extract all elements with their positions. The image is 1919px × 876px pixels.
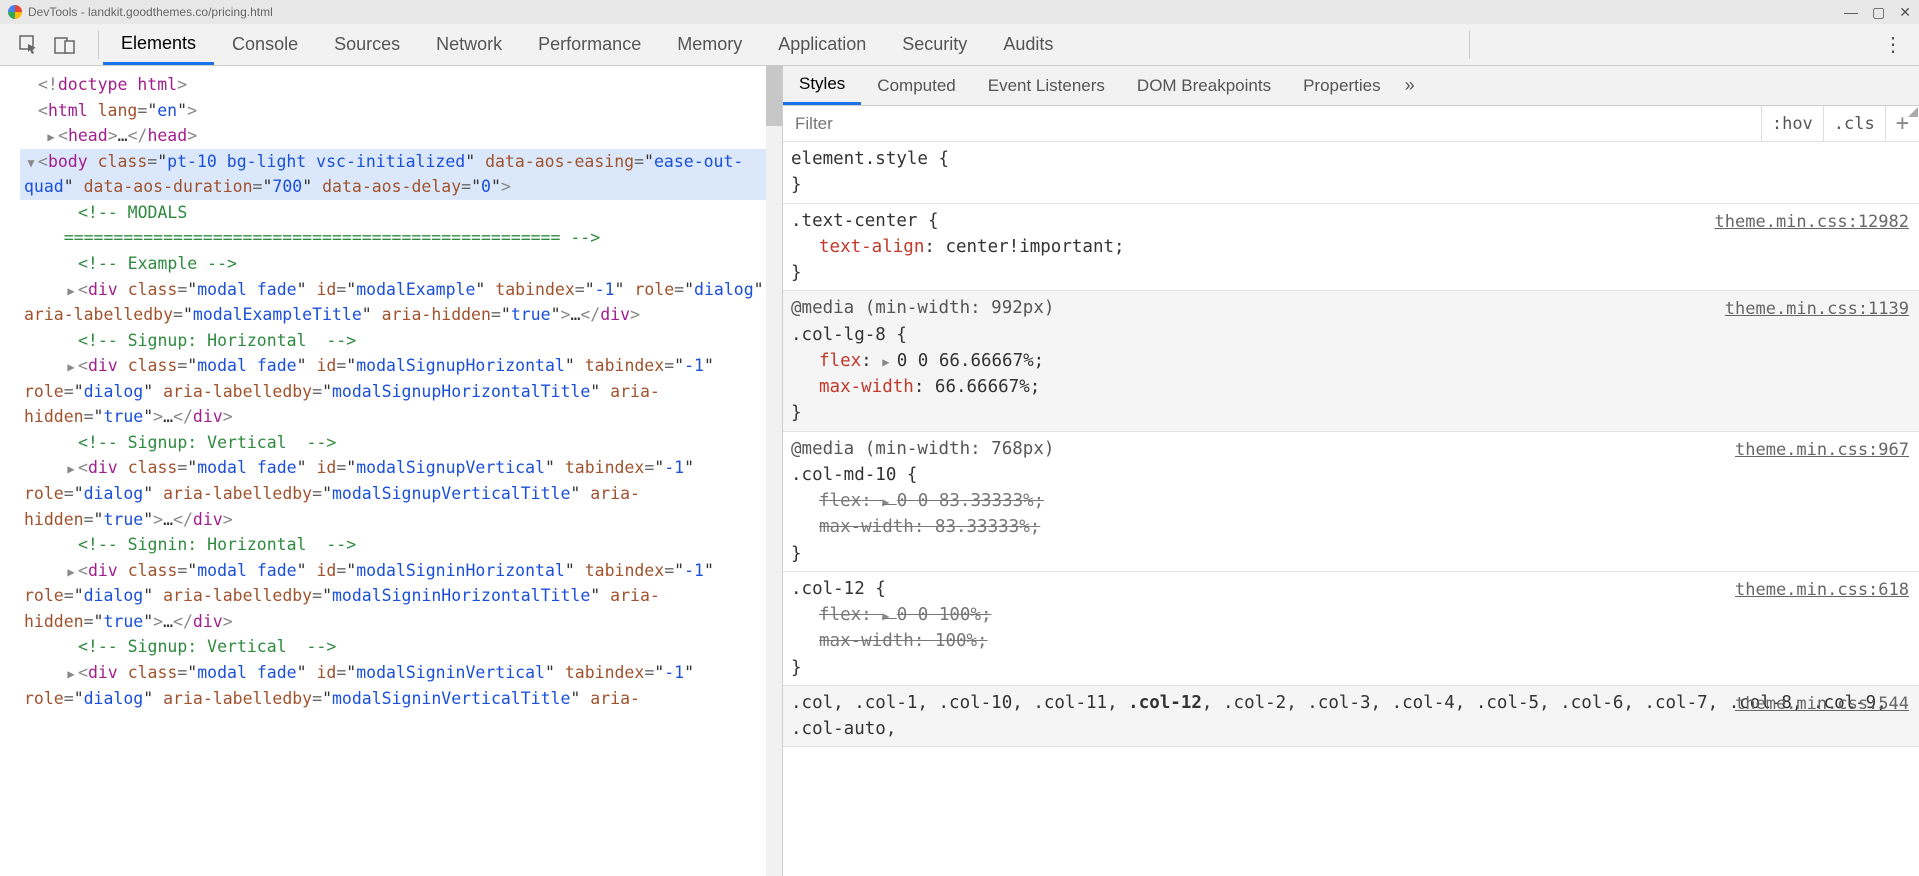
styles-subtabs: StylesComputedEvent ListenersDOM Breakpo…	[783, 66, 1919, 106]
dom-tree-node[interactable]: ▶<div class="modal fade" id="modalSignup…	[20, 455, 778, 532]
tab-audits[interactable]: Audits	[985, 24, 1071, 65]
dom-tree-node[interactable]: <!-- Example -->	[20, 251, 778, 277]
style-rule[interactable]: theme.min.css:967@media (min-width: 768p…	[783, 432, 1919, 572]
tab-application[interactable]: Application	[760, 24, 884, 65]
tab-performance[interactable]: Performance	[520, 24, 659, 65]
dom-tree-node[interactable]: ▶<div class="modal fade" id="modalSignup…	[20, 353, 778, 430]
dom-tree-node[interactable]: <!-- MODALS ============================…	[20, 200, 778, 251]
rule-source-link[interactable]: theme.min.css:618	[1735, 578, 1909, 604]
styles-tab-dom-breakpoints[interactable]: DOM Breakpoints	[1121, 66, 1287, 105]
window-close-button[interactable]: ✕	[1899, 4, 1911, 21]
rule-source-link[interactable]: theme.min.css:967	[1735, 438, 1909, 464]
style-rules-list[interactable]: element.style {}theme.min.css:12982.text…	[783, 142, 1919, 747]
dom-tree-node[interactable]: <!-- Signup: Vertical -->	[20, 430, 778, 456]
devtools-main-tabs: ElementsConsoleSourcesNetworkPerformance…	[103, 24, 1071, 65]
tab-security[interactable]: Security	[884, 24, 985, 65]
resize-corner-icon[interactable]	[1907, 106, 1919, 118]
toolbar-divider	[98, 31, 99, 59]
styles-filter-row: :hov .cls +	[783, 106, 1919, 142]
hov-toggle[interactable]: :hov	[1761, 106, 1823, 142]
dom-tree-node[interactable]: ▼<body class="pt-10 bg-light vsc-initial…	[20, 149, 778, 200]
tab-memory[interactable]: Memory	[659, 24, 760, 65]
more-tabs-icon[interactable]: »	[1405, 75, 1427, 96]
rule-source-link[interactable]: theme.min.css:1139	[1725, 297, 1909, 323]
elements-panel[interactable]: <!doctype html><html lang="en">▶<head>…<…	[0, 66, 783, 876]
window-minimize-button[interactable]: —	[1844, 4, 1858, 21]
more-options-icon[interactable]: ⋮	[1867, 32, 1919, 57]
scrollbar-thumb[interactable]	[766, 66, 782, 126]
cls-toggle[interactable]: .cls	[1823, 106, 1885, 142]
devtools-toolbar: ElementsConsoleSourcesNetworkPerformance…	[0, 24, 1919, 66]
device-toolbar-icon[interactable]	[54, 34, 76, 56]
styles-tab-computed[interactable]: Computed	[861, 66, 971, 105]
dom-tree-node[interactable]: <!-- Signup: Vertical -->	[20, 634, 778, 660]
window-title: DevTools - landkit.goodthemes.co/pricing…	[28, 5, 273, 19]
toolbar-divider	[1469, 31, 1470, 59]
window-maximize-button[interactable]: ▢	[1872, 4, 1885, 21]
styles-tab-styles[interactable]: Styles	[783, 66, 861, 105]
styles-panel: StylesComputedEvent ListenersDOM Breakpo…	[783, 66, 1919, 876]
style-rule[interactable]: theme.min.css:618.col-12 {flex: ▶ 0 0 10…	[783, 572, 1919, 686]
styles-filter-input[interactable]	[783, 114, 1761, 134]
rule-source-link[interactable]: theme.min.css:12982	[1715, 210, 1909, 236]
tab-elements[interactable]: Elements	[103, 24, 214, 65]
dom-tree-node[interactable]: <html lang="en">	[20, 98, 778, 124]
dom-tree-node[interactable]: ▶<div class="modal fade" id="modalExampl…	[20, 277, 778, 328]
tab-network[interactable]: Network	[418, 24, 520, 65]
style-rule[interactable]: theme.min.css:544.col, .col-1, .col-10, …	[783, 686, 1919, 748]
dom-tree-node[interactable]: <!-- Signup: Horizontal -->	[20, 328, 778, 354]
tab-sources[interactable]: Sources	[316, 24, 418, 65]
dom-tree-node[interactable]: ▶<div class="modal fade" id="modalSignin…	[20, 558, 778, 635]
style-rule[interactable]: theme.min.css:1139@media (min-width: 992…	[783, 291, 1919, 431]
scrollbar-track[interactable]	[766, 66, 782, 876]
dom-tree-node[interactable]: ▶<head>…</head>	[20, 123, 778, 149]
dom-tree-node[interactable]: ▶<div class="modal fade" id="modalSignin…	[20, 660, 778, 711]
tab-console[interactable]: Console	[214, 24, 316, 65]
dom-tree-node[interactable]: <!-- Signin: Horizontal -->	[20, 532, 778, 558]
window-titlebar: DevTools - landkit.goodthemes.co/pricing…	[0, 0, 1919, 24]
inspect-element-icon[interactable]	[18, 34, 40, 56]
rule-source-link[interactable]: theme.min.css:544	[1735, 692, 1909, 718]
style-rule[interactable]: element.style {}	[783, 142, 1919, 204]
styles-tab-properties[interactable]: Properties	[1287, 66, 1396, 105]
style-rule[interactable]: theme.min.css:12982.text-center {text-al…	[783, 204, 1919, 292]
dom-tree-node[interactable]: <!doctype html>	[20, 72, 778, 98]
chrome-icon	[8, 5, 22, 19]
styles-tab-event-listeners[interactable]: Event Listeners	[972, 66, 1121, 105]
